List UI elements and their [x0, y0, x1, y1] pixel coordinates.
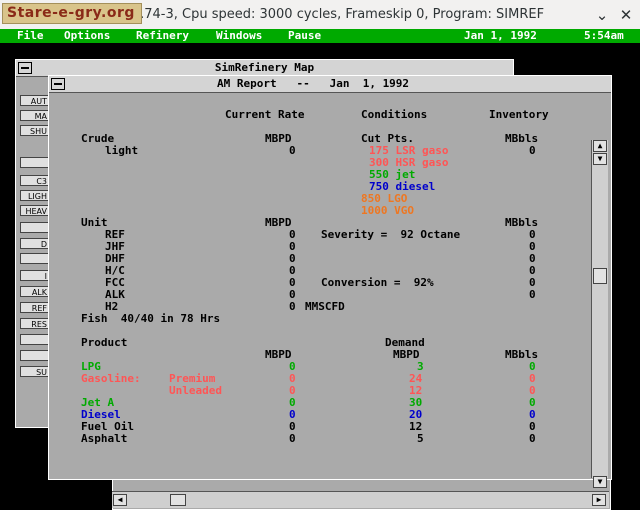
map-tool-button[interactable]: LIGH	[20, 190, 50, 201]
header-inventory: Inventory	[489, 108, 549, 121]
map-tool-button[interactable]: SHU	[20, 125, 50, 136]
map-window-close-icon[interactable]	[18, 62, 32, 74]
map-tool-button[interactable]: RES	[20, 318, 50, 329]
report-window[interactable]: AM Report -- Jan 1, 1992 Current Rate Co…	[48, 75, 612, 480]
scroll-down-icon-top[interactable]: ▼	[593, 153, 607, 165]
site-logo: Stare-e-gry.org	[2, 3, 142, 24]
map-tool-button[interactable]	[20, 222, 50, 233]
product-subtype: Unleaded	[169, 384, 222, 397]
scroll-left-icon[interactable]: ◀	[113, 494, 127, 506]
product-name: Gasoline:	[81, 372, 141, 385]
map-tool-button[interactable]: ALK	[20, 286, 50, 297]
map-tool-button[interactable]: SU	[20, 366, 50, 377]
unit-rate-unit: MBPD	[265, 216, 292, 229]
crude-unit: MBPD	[265, 132, 292, 145]
product-demand-unit: MBPD	[393, 348, 420, 361]
map-tool-button[interactable]: D	[20, 238, 50, 249]
horizontal-scrollbar[interactable]: ◀ ▶	[112, 491, 609, 508]
map-tool-button[interactable]	[20, 157, 50, 168]
map-tool-button[interactable]: C3	[20, 175, 50, 186]
logo-text: Stare-e-gry.org	[7, 5, 135, 21]
crude-inventory: 0	[529, 144, 536, 157]
product-name: Asphalt	[81, 432, 128, 445]
scroll-up-icon[interactable]: ▲	[593, 140, 607, 152]
product-demand: 5	[417, 432, 424, 445]
scroll-down-icon[interactable]: ▼	[593, 476, 607, 488]
cut-point-item: 1000 VGO	[361, 204, 414, 217]
unit-rate: 0	[289, 300, 296, 313]
severity-readout: Severity = 92 Octane	[321, 228, 461, 241]
header-current-rate: Current Rate	[225, 108, 305, 121]
map-tool-button[interactable]	[20, 253, 50, 264]
map-tool-button[interactable]: HEAV	[20, 205, 50, 216]
report-title-bar[interactable]: AM Report -- Jan 1, 1992	[49, 76, 611, 93]
map-tool-button[interactable]: I	[20, 270, 50, 281]
close-button[interactable]: ✕	[616, 5, 636, 25]
host-title: x 0.74-3, Cpu speed: 3000 cycles, Frames…	[120, 7, 545, 22]
report-title: AM Report -- Jan 1, 1992	[217, 77, 410, 90]
menu-file[interactable]: File	[17, 29, 44, 43]
unit-inventory: 0	[529, 288, 536, 301]
menu-date: Jan 1, 1992	[464, 29, 537, 42]
h2-unit: MMSCFD	[305, 300, 345, 313]
menu-options[interactable]: Options	[64, 29, 110, 43]
scroll-thumb[interactable]	[170, 494, 186, 506]
menu-refinery[interactable]: Refinery	[136, 29, 189, 43]
header-conditions: Conditions	[361, 108, 428, 121]
minimize-button[interactable]: ⌄	[592, 5, 612, 25]
product-label: Product	[81, 336, 128, 349]
product-inventory: 0	[529, 432, 536, 445]
map-tool-button[interactable]	[20, 334, 50, 345]
product-rate-unit: MBPD	[265, 348, 292, 361]
crude-name: light	[105, 144, 139, 157]
map-tool-button[interactable]: REF	[20, 302, 50, 313]
conversion-readout: Conversion = 92%	[321, 276, 434, 289]
product-rate: 0	[289, 432, 296, 445]
menu-time: 5:54am	[584, 29, 624, 42]
map-tool-button[interactable]	[20, 350, 50, 361]
menu-bar: File Options Refinery Windows Pause Jan …	[0, 29, 640, 43]
vertical-scrollbar[interactable]: ▲ ▼ ▼	[591, 140, 608, 488]
menu-windows[interactable]: Windows	[216, 29, 262, 43]
map-tool-button[interactable]: AUT	[20, 95, 50, 106]
vertical-scroll-thumb[interactable]	[593, 268, 607, 284]
fish-status: Fish 40/40 in 78 Hrs	[81, 312, 221, 325]
map-tool-button[interactable]: MA	[20, 110, 50, 121]
crude-rate: 0	[289, 144, 296, 157]
report-close-icon[interactable]	[51, 78, 65, 90]
unit-label: Unit	[81, 216, 108, 229]
host-titlebar: x 0.74-3, Cpu speed: 3000 cycles, Frames…	[0, 0, 640, 29]
scroll-right-icon[interactable]: ▶	[592, 494, 606, 506]
menu-pause[interactable]: Pause	[288, 29, 321, 43]
